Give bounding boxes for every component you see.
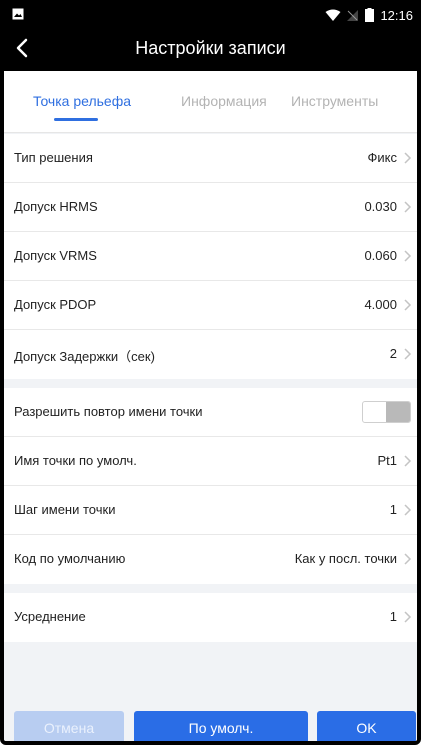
ok-button[interactable]: OK [317,711,416,741]
bottom-action-bar: Отмена По умолч. OK [4,704,417,741]
setting-label: Усреднение [14,609,86,624]
setting-value: Как у посл. точки [294,551,397,566]
setting-value: 1 [389,502,397,517]
chevron-right-icon [404,611,412,623]
tab-bar: Точка рельефа Информация Инструменты [4,71,417,133]
chevron-right-icon [404,455,412,467]
tab-terrain-point[interactable]: Точка рельефа [33,93,131,109]
setting-label: Шаг имени точки [14,502,116,517]
cancel-button[interactable]: Отмена [14,711,124,741]
chevron-right-icon [404,299,412,311]
setting-value: 1 [389,609,397,624]
battery-icon [365,8,375,22]
tab-information[interactable]: Информация [181,93,267,109]
page-title: Настройки записи [135,38,286,58]
setting-solution-type[interactable]: Тип решения Фикс [4,134,417,183]
setting-averaging[interactable]: Усреднение 1 [4,593,417,642]
wifi-icon [325,9,341,21]
setting-value: Pt1 [377,453,397,468]
setting-pdop-tolerance[interactable]: Допуск PDOP 4.000 [4,281,417,330]
status-icons: 12:16 [325,6,413,24]
setting-label: Допуск VRMS [14,248,97,263]
setting-value: Фикс [367,150,397,165]
image-notification-icon [12,8,24,20]
setting-default-code[interactable]: Код по умолчанию Как у посл. точки [4,535,417,584]
setting-default-point-name[interactable]: Имя точки по умолч. Pt1 [4,437,417,486]
no-signal-icon [347,9,359,21]
setting-label: Допуск PDOP [14,297,97,312]
setting-label: Код по умолчанию [14,551,126,566]
setting-value: 2 [389,346,397,361]
allow-duplicate-toggle[interactable] [362,401,411,423]
setting-label: Имя точки по умолч. [14,453,137,468]
setting-delay-tolerance[interactable]: Допуск Задержки（сек) 2 [4,330,417,379]
chevron-right-icon [404,348,412,360]
setting-value: 0.060 [364,248,397,263]
chevron-right-icon [404,553,412,565]
setting-hrms-tolerance[interactable]: Допуск HRMS 0.030 [4,183,417,232]
setting-label: Разрешить повтор имени точки [14,404,203,419]
section-divider [4,379,417,388]
app-bar: Настройки записи [4,25,417,71]
chevron-right-icon [404,504,412,516]
tab-tools[interactable]: Инструменты [291,93,378,109]
settings-list: Тип решения Фикс Допуск HRMS 0.030 Допус… [4,134,417,642]
phone-frame: 12:16 Настройки записи Точка рельефа Инф… [0,0,421,745]
setting-label: Допуск Задержки（сек) [14,349,155,364]
toggle-knob [386,402,410,422]
section-divider [4,584,417,593]
status-bar: 12:16 [4,4,417,25]
setting-point-name-step[interactable]: Шаг имени точки 1 [4,486,417,535]
chevron-right-icon [404,201,412,213]
setting-allow-duplicate-name: Разрешить повтор имени точки [4,388,417,437]
chevron-right-icon [404,250,412,262]
setting-label: Тип решения [14,150,93,165]
chevron-right-icon [404,152,412,164]
setting-vrms-tolerance[interactable]: Допуск VRMS 0.060 [4,232,417,281]
default-button[interactable]: По умолч. [134,711,308,741]
status-time: 12:16 [380,7,413,23]
active-tab-indicator [54,118,98,121]
setting-value: 0.030 [364,199,397,214]
setting-value: 4.000 [364,297,397,312]
setting-label: Допуск HRMS [14,199,98,214]
